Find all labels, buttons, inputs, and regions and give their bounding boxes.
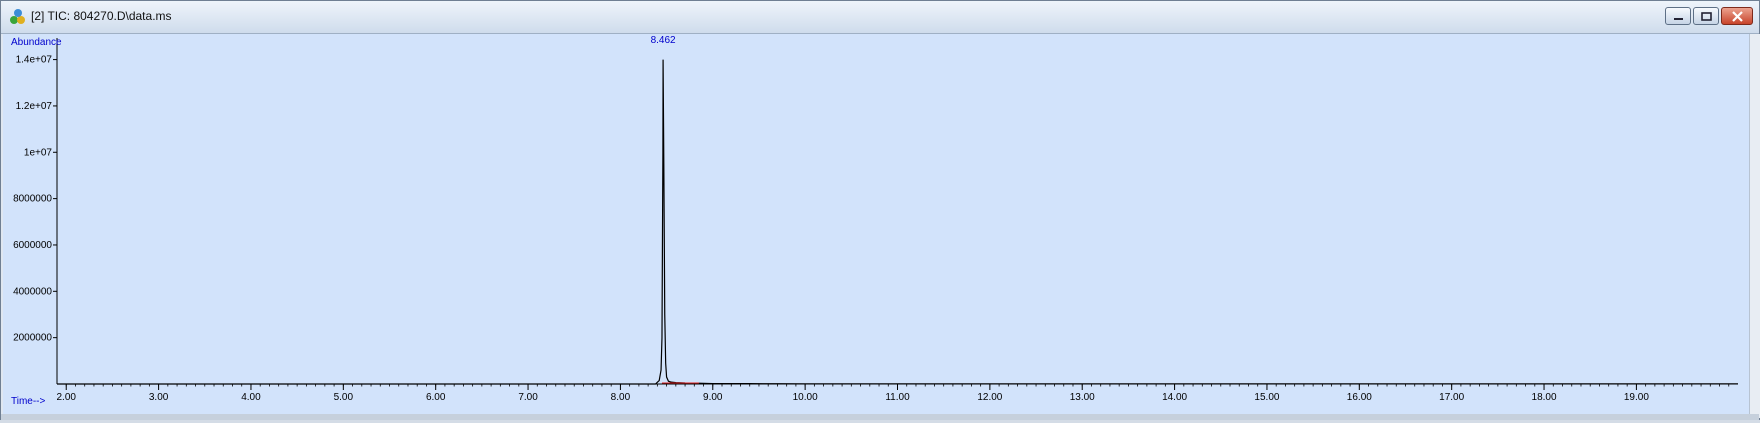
x-tick-label: 9.00	[703, 392, 723, 403]
restore-button[interactable]	[1693, 7, 1719, 25]
x-tick-label: 12.00	[977, 392, 1002, 403]
y-tick-label: 4000000	[13, 286, 52, 297]
x-tick-label: 4.00	[241, 392, 261, 403]
x-tick-label: 13.00	[1070, 392, 1095, 403]
x-tick-label: 16.00	[1347, 392, 1372, 403]
x-tick-label: 10.00	[793, 392, 818, 403]
series	[57, 59, 1739, 385]
x-tick-label: 7.00	[518, 392, 538, 403]
axes	[56, 38, 1738, 385]
title-bar[interactable]: [2] TIC: 804270.D\data.ms	[1, 1, 1759, 34]
x-tick-label: 19.00	[1624, 392, 1649, 403]
minimize-icon	[1674, 18, 1683, 20]
x-tick-label: 8.00	[611, 392, 631, 403]
y-tick-label: 2000000	[13, 333, 52, 344]
chromatogram-chart: 2000000 4000000 6000000 8000000 1e+07 1.2e+07…	[11, 35, 1739, 407]
y-tick-label: 1e+07	[24, 147, 53, 158]
x-tick-label: 17.00	[1439, 392, 1464, 403]
x-tick-label: 3.00	[149, 392, 169, 403]
x-tick-label: 15.00	[1254, 392, 1279, 403]
plot-area: 2000000 4000000 6000000 8000000 1e+07 1.2e+07…	[3, 34, 1749, 418]
window-bottom-border	[1, 414, 1759, 420]
y-tick-label: 1.2e+07	[16, 101, 53, 112]
x-tick-label: 11.00	[885, 392, 910, 403]
y-tick-label: 1.4e+07	[16, 55, 53, 66]
x-tick-label: 5.00	[334, 392, 354, 403]
peak-label: 8.462	[651, 35, 676, 46]
x-ticks: 2.00 3.00 4.00 5.00 6.00 7.00 8.00 9.00 10.00 11.…	[57, 384, 1649, 403]
x-tick-label: 18.00	[1532, 392, 1557, 403]
y-axis-label: Abundance	[11, 37, 62, 48]
restore-icon	[1701, 12, 1712, 21]
close-button[interactable]	[1721, 7, 1753, 25]
x-tick-label: 2.00	[57, 392, 77, 403]
chromatogram-window: [2] TIC: 804270.D\data.ms 2000000 4000000…	[0, 0, 1760, 420]
app-icon	[10, 9, 25, 24]
window-title: [2] TIC: 804270.D\data.ms	[31, 9, 172, 23]
x-tick-label: 14.00	[1162, 392, 1187, 403]
x-tick-label: 6.00	[426, 392, 446, 403]
y-tick-label: 6000000	[13, 240, 52, 251]
y-ticks: 2000000 4000000 6000000 8000000 1e+07 1.2e+07…	[13, 55, 57, 344]
x-axis-label: Time-->	[11, 396, 46, 407]
tic-trace	[57, 59, 1739, 385]
y-tick-label: 8000000	[13, 194, 52, 205]
minimize-button[interactable]	[1665, 7, 1691, 25]
close-icon	[1732, 11, 1743, 22]
vertical-scrollbar[interactable]	[1749, 34, 1760, 418]
